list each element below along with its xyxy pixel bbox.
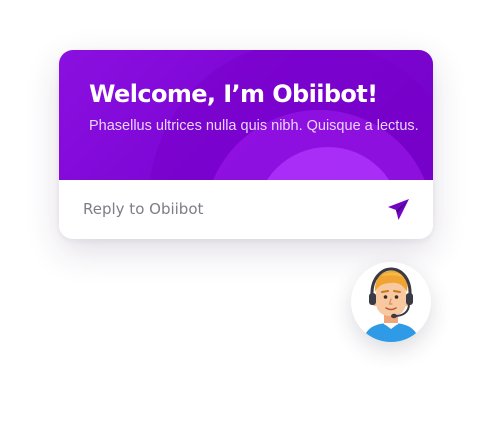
welcome-title: Welcome, I’m Obiibot! <box>89 80 378 108</box>
chatbot-widget-stage: Welcome, I’m Obiibot! Phasellus ultrices… <box>0 0 492 431</box>
welcome-subtitle: Phasellus ultrices nulla quis nibh. Quis… <box>89 118 419 134</box>
reply-bar <box>59 180 433 239</box>
bot-avatar[interactable] <box>351 262 431 342</box>
chat-header: Welcome, I’m Obiibot! Phasellus ultrices… <box>59 50 433 180</box>
send-button[interactable] <box>385 196 413 224</box>
chat-card: Welcome, I’m Obiibot! Phasellus ultrices… <box>59 50 433 239</box>
support-agent-avatar-icon <box>363 267 419 342</box>
reply-input[interactable] <box>81 191 375 227</box>
paper-plane-icon <box>388 199 409 220</box>
